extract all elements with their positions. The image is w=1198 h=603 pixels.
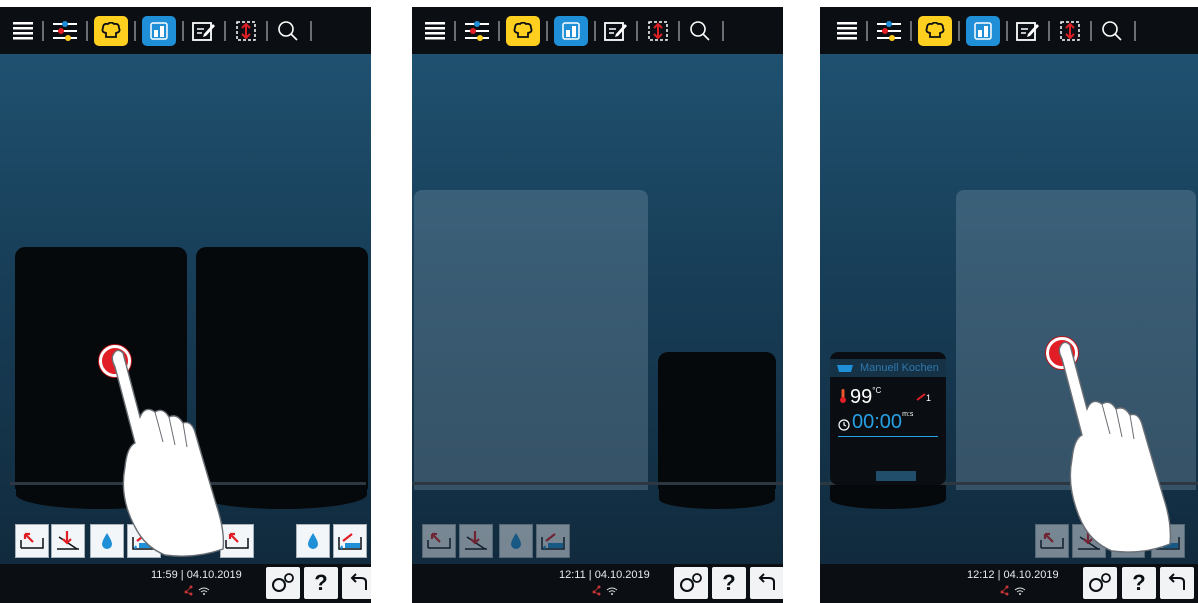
chef-hat-icon[interactable]	[506, 16, 540, 46]
clock: 12:11 | 04.10.2019	[559, 569, 650, 581]
search-icon[interactable]	[274, 16, 302, 46]
top-toolbar	[0, 7, 371, 54]
screen-panel-2: 12:11 | 04.10.2019 ?	[412, 7, 783, 603]
help-button[interactable]: ?	[712, 567, 746, 599]
resize-icon[interactable]	[1056, 16, 1084, 46]
ipanel-icon[interactable]	[966, 16, 1000, 46]
lid-close-icon[interactable]	[459, 524, 493, 558]
notes-icon[interactable]	[1014, 16, 1042, 46]
ipanel-icon[interactable]	[554, 16, 588, 46]
hand-gesture-icon	[111, 349, 225, 557]
hand-gesture-icon	[1058, 341, 1172, 553]
back-button[interactable]	[342, 567, 371, 599]
notes-icon[interactable]	[190, 16, 218, 46]
top-toolbar	[820, 7, 1198, 54]
back-button[interactable]	[750, 567, 783, 599]
menu-icon[interactable]	[10, 16, 36, 46]
start-indicator[interactable]	[876, 471, 916, 481]
clock: 11:59 | 04.10.2019	[151, 569, 242, 581]
lid-open-icon[interactable]	[15, 524, 49, 558]
settings-button[interactable]	[266, 567, 300, 599]
status-bar: 12:12 | 04.10.2019 ?	[820, 564, 1198, 603]
pan-right[interactable]	[658, 352, 776, 489]
resize-icon[interactable]	[644, 16, 672, 46]
lid-open-icon[interactable]	[422, 524, 456, 558]
temperature-value: 99°C	[850, 386, 882, 408]
network-wifi-icons	[999, 584, 1029, 599]
status-bar: 11:59 | 04.10.2019 ?	[0, 564, 371, 603]
search-icon[interactable]	[686, 16, 714, 46]
chef-hat-icon[interactable]	[94, 16, 128, 46]
network-wifi-icons	[591, 584, 621, 599]
menu-icon[interactable]	[422, 16, 448, 46]
sliders-icon[interactable]	[462, 16, 492, 46]
settings-button[interactable]	[674, 567, 708, 599]
thermometer-icon	[839, 388, 847, 409]
lid-close-icon[interactable]	[51, 524, 85, 558]
back-button[interactable]	[1160, 567, 1194, 599]
help-button[interactable]: ?	[304, 567, 338, 599]
clock: 12:12 | 04.10.2019	[967, 569, 1059, 581]
resize-icon[interactable]	[232, 16, 260, 46]
notes-icon[interactable]	[602, 16, 630, 46]
cooking-area	[412, 54, 783, 564]
search-icon[interactable]	[1098, 16, 1126, 46]
chef-hat-icon[interactable]	[918, 16, 952, 46]
water-drop-icon-right[interactable]	[296, 524, 330, 558]
manual-cooking-card[interactable]: Manuell Kochen 99°C 1 00:00m:s	[830, 352, 946, 485]
screen-panel-3: Manuell Kochen 99°C 1 00:00m:s 12:12 | 0…	[820, 7, 1198, 603]
water-fill-icon-right[interactable]	[333, 524, 367, 558]
timer-value: 00:00m:s	[852, 411, 914, 433]
settings-button[interactable]	[1083, 567, 1117, 599]
pot-icon	[837, 365, 853, 372]
status-bar: 12:11 | 04.10.2019 ?	[412, 564, 783, 603]
sliders-icon[interactable]	[874, 16, 904, 46]
card-title: Manuell Kochen	[830, 359, 946, 377]
water-fill-icon[interactable]	[536, 524, 570, 558]
sliders-icon[interactable]	[50, 16, 80, 46]
timer-icon	[838, 418, 850, 436]
ipanel-icon[interactable]	[142, 16, 176, 46]
network-wifi-icons	[183, 584, 213, 599]
help-button[interactable]: ?	[1122, 567, 1156, 599]
pan-left-expanded[interactable]	[414, 190, 648, 490]
stir-level: 1	[916, 393, 931, 403]
water-drop-icon[interactable]	[499, 524, 533, 558]
screen-panel-1: 11:59 | 04.10.2019 ?	[0, 7, 371, 603]
menu-icon[interactable]	[834, 16, 860, 46]
top-toolbar	[412, 7, 783, 54]
